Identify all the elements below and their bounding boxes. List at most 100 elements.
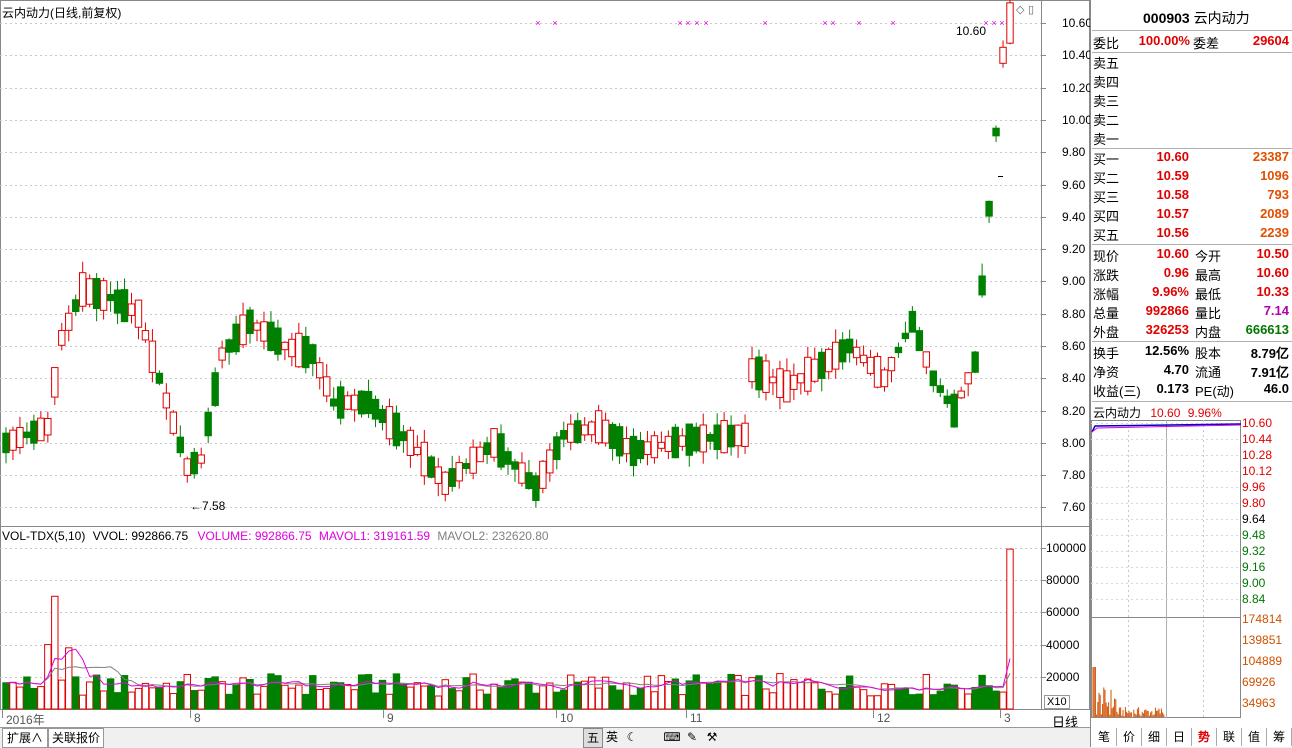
toolbar-icon[interactable]: 五 xyxy=(583,728,603,748)
volume-bar xyxy=(72,676,80,710)
candle xyxy=(413,435,422,457)
candle-body xyxy=(587,421,596,436)
quote-tab[interactable]: 笔 xyxy=(1092,728,1117,746)
candle-body xyxy=(915,330,924,352)
fundamental-label: 净资 xyxy=(1093,365,1120,380)
volume-bar xyxy=(769,692,777,710)
volume-bar xyxy=(901,688,910,710)
candle-body xyxy=(629,435,638,467)
stat-value: 0.96 xyxy=(1163,265,1189,280)
restore-icon[interactable]: ◇ xyxy=(1016,3,1024,16)
stat-value: 10.60 xyxy=(1156,246,1189,261)
candle xyxy=(657,431,666,452)
candle xyxy=(518,452,526,487)
toolbar-icon[interactable]: ✎ xyxy=(683,728,701,746)
volume-tick: 100000 xyxy=(1046,541,1087,555)
candle-body xyxy=(343,395,352,410)
mini-price: 10.60 xyxy=(1150,406,1181,420)
candle-body xyxy=(748,358,756,383)
quote-tab[interactable]: 值 xyxy=(1242,728,1267,746)
volume-bar xyxy=(476,689,484,710)
candle-body xyxy=(9,429,17,451)
volume-bar xyxy=(859,689,868,710)
candle-body xyxy=(302,335,310,369)
candle-body xyxy=(336,386,345,419)
buy-level-volume: 793 xyxy=(1267,187,1289,202)
candle xyxy=(343,391,352,411)
volume-bar xyxy=(699,682,707,710)
candle-body xyxy=(894,346,903,354)
volume-bar xyxy=(371,692,380,710)
volume-bar xyxy=(873,695,882,710)
maximize-icon[interactable]: ▯ xyxy=(1028,3,1034,16)
toolbar-icon[interactable]: ☾ xyxy=(623,728,641,746)
quote-tab[interactable]: 日 xyxy=(1167,728,1192,746)
candle xyxy=(943,389,951,408)
stat-label: 涨幅 xyxy=(1093,287,1120,302)
volume-bar xyxy=(274,675,282,710)
volume-tick: 80000 xyxy=(1046,573,1080,587)
toolbar-icon[interactable]: 英 xyxy=(603,728,621,746)
volume-bar xyxy=(85,681,94,710)
candle xyxy=(385,398,394,446)
volume-bar xyxy=(922,673,931,710)
candle xyxy=(539,460,547,494)
candle xyxy=(469,439,477,480)
candle-body xyxy=(85,278,94,305)
quote-tab[interactable]: 价 xyxy=(1117,728,1142,746)
candle xyxy=(504,447,512,475)
candle xyxy=(483,436,491,464)
candle-body xyxy=(232,323,240,353)
volume-bar xyxy=(448,688,456,710)
candle xyxy=(23,422,31,445)
candle-body xyxy=(643,441,652,455)
volume-bar xyxy=(106,678,115,710)
candle-body xyxy=(58,330,66,346)
candle xyxy=(427,455,436,479)
volume-bar xyxy=(539,685,547,710)
fundamental-value: 0.173 xyxy=(1156,381,1189,396)
quote-tab[interactable]: 细 xyxy=(1142,728,1167,746)
candle-body xyxy=(260,321,268,342)
related-quote-tab[interactable]: 关联报价 xyxy=(48,728,104,748)
weibi-label: 委比 xyxy=(1093,36,1120,51)
toolbar-icon[interactable]: ⌨ xyxy=(663,728,681,746)
candle xyxy=(985,200,993,223)
candle-body xyxy=(350,394,359,411)
quote-tab[interactable]: 联 xyxy=(1217,728,1242,746)
candle-body xyxy=(455,462,463,482)
mini-price-tick: 9.48 xyxy=(1242,528,1266,542)
stock-name: 云内动力 xyxy=(1193,10,1250,26)
candle xyxy=(1006,0,1014,45)
signal-marker: × xyxy=(685,18,690,28)
toolbar-icon[interactable] xyxy=(643,728,661,746)
candle xyxy=(845,329,854,363)
expand-tab[interactable]: 扩展∧ xyxy=(2,728,48,748)
toolbar-icon[interactable]: ⚒ xyxy=(703,728,721,746)
candle xyxy=(92,273,101,322)
candle xyxy=(497,424,505,471)
candle-body xyxy=(992,127,1000,137)
intraday-mini-chart[interactable] xyxy=(1091,420,1241,720)
candle xyxy=(476,441,484,463)
candle-body xyxy=(546,449,554,474)
kline-chart[interactable]: × × × × × × × × × × × × × × xyxy=(0,0,1090,730)
candle xyxy=(364,379,373,418)
quote-tab[interactable]: 筹 xyxy=(1267,728,1292,746)
candle-body xyxy=(811,358,819,382)
volume-bar xyxy=(831,693,840,710)
volume-bar xyxy=(838,686,847,710)
candle-body xyxy=(490,428,498,458)
candle xyxy=(406,426,415,468)
volume-bar xyxy=(1006,548,1014,710)
candle xyxy=(288,332,296,367)
volume-bar xyxy=(532,692,540,710)
volume-bar xyxy=(950,684,958,710)
volume-bar xyxy=(58,679,66,710)
candle xyxy=(58,322,66,351)
quote-tab[interactable]: 势 xyxy=(1192,728,1217,746)
price-tick: 9.80 xyxy=(1062,145,1086,159)
candle xyxy=(692,422,700,454)
price-tick: 10.20 xyxy=(1062,81,1093,95)
candle xyxy=(169,410,178,436)
